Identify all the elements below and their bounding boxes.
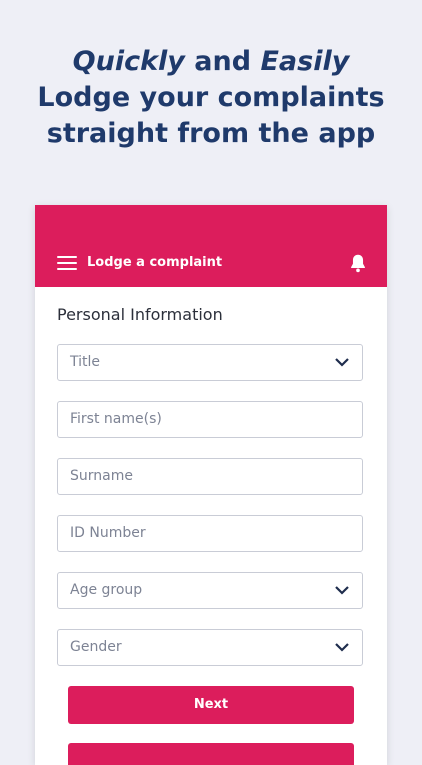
section-title-personal-information: Personal Information — [57, 305, 223, 324]
chevron-down-icon — [335, 358, 349, 367]
bell-icon[interactable] — [347, 251, 369, 275]
chevron-down-icon — [335, 643, 349, 652]
first-name-placeholder: First name(s) — [70, 411, 162, 427]
age-group-select[interactable]: Age group — [57, 572, 363, 609]
gender-select[interactable]: Gender — [57, 629, 363, 666]
surname-field[interactable]: Surname — [57, 458, 363, 495]
chevron-down-icon — [335, 586, 349, 595]
id-number-field[interactable]: ID Number — [57, 515, 363, 552]
secondary-button[interactable] — [68, 743, 354, 765]
title-select-placeholder: Title — [70, 354, 101, 370]
first-name-field[interactable]: First name(s) — [57, 401, 363, 438]
headline-line-3: straight from the app — [46, 118, 376, 149]
promo-headline: Quickly and Easily Lodge your complaints… — [0, 44, 422, 152]
headline-line-2: Lodge your complaints — [37, 82, 385, 113]
headline-and: and — [184, 46, 261, 77]
id-number-placeholder: ID Number — [70, 525, 146, 541]
app-bar: Lodge a complaint — [35, 205, 387, 287]
age-group-placeholder: Age group — [70, 582, 143, 598]
headline-line-1: Quickly and Easily — [0, 44, 422, 80]
surname-placeholder: Surname — [70, 468, 133, 484]
app-bar-title: Lodge a complaint — [87, 255, 223, 270]
gender-placeholder: Gender — [70, 639, 122, 655]
title-select[interactable]: Title — [57, 344, 363, 381]
hamburger-menu-icon[interactable] — [57, 256, 77, 270]
headline-quickly: Quickly — [72, 46, 185, 77]
app-screen: Lodge a complaint Personal Information T… — [35, 205, 387, 765]
headline-easily: Easily — [260, 46, 350, 77]
next-button[interactable]: Next — [68, 686, 354, 724]
